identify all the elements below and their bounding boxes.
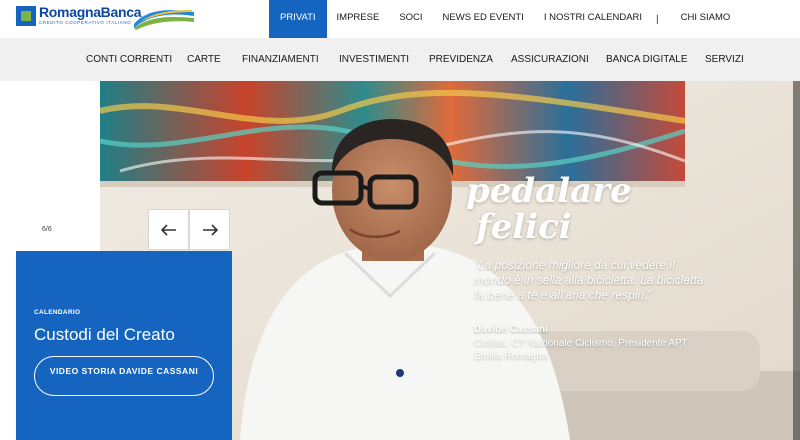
promo-card: CALENDARIO Custodi del Creato VIDEO STOR…	[16, 251, 232, 440]
sub-nav-carte[interactable]: CARTE	[187, 38, 221, 81]
top-nav-i-nostri-calendari[interactable]: I NOSTRI CALENDARI	[534, 0, 652, 38]
hero-headline: pedalare felici	[466, 173, 632, 245]
hero-quote: “La posizione migliore da cui vedere il …	[474, 258, 704, 302]
video-story-button[interactable]: VIDEO STORIA DAVIDE CASSANI	[34, 356, 214, 396]
sub-nav-finanziamenti[interactable]: FINANZIAMENTI	[242, 38, 319, 81]
brand-logo[interactable]: RomagnaBanca CREDITO COOPERATIVO ITALIAN…	[16, 4, 142, 26]
top-nav-chi-siamo[interactable]: CHI SIAMO	[671, 0, 741, 38]
arrow-left-icon	[160, 223, 176, 236]
hero-author-role: Ciclista, CT Nazionale Ciclismo, Preside…	[474, 338, 688, 362]
logo-mark-icon	[16, 6, 36, 26]
sub-nav-assicurazioni[interactable]: ASSICURAZIONI	[511, 38, 589, 81]
top-nav-imprese[interactable]: IMPRESE	[327, 0, 390, 38]
card-title: Custodi del Creato	[34, 325, 175, 344]
top-nav-soci[interactable]: SOCI	[389, 0, 432, 38]
slider-next-button[interactable]	[189, 209, 230, 250]
sub-nav-investimenti[interactable]: INVESTIMENTI	[339, 38, 409, 81]
arrow-right-icon	[202, 223, 218, 236]
hero-headline-line2: felici	[476, 207, 572, 247]
sub-nav-conti-correnti[interactable]: CONTI CORRENTI	[86, 38, 172, 81]
top-nav: PRIVATI IMPRESE SOCI NEWS ED EVENTI I NO…	[269, 0, 741, 44]
top-bar: RomagnaBanca CREDITO COOPERATIVO ITALIAN…	[0, 0, 800, 44]
top-nav-privati[interactable]: PRIVATI	[269, 0, 327, 44]
card-category: CALENDARIO	[34, 309, 81, 316]
sub-nav-banca-digitale[interactable]: BANCA DIGITALE	[606, 38, 688, 81]
top-nav-news-ed-eventi[interactable]: NEWS ED EVENTI	[433, 0, 534, 38]
hero-headline-line1: pedalare	[466, 171, 632, 211]
landscape-wave-icon	[134, 10, 194, 30]
brand-tagline: CREDITO COOPERATIVO ITALIANO	[39, 20, 132, 25]
brand-name: RomagnaBanca	[39, 4, 142, 20]
slider-prev-button[interactable]	[148, 209, 189, 250]
sub-nav: CONTI CORRENTI CARTE FINANZIAMENTI INVES…	[0, 38, 800, 81]
top-nav-separator: |	[656, 13, 659, 25]
sub-nav-previdenza[interactable]: PREVIDENZA	[429, 38, 493, 81]
slide-counter: 6/6	[42, 226, 52, 233]
sub-nav-servizi[interactable]: SERVIZI	[705, 38, 744, 81]
hero-author: Davide Cassani	[474, 324, 548, 335]
right-edge-strip	[793, 81, 800, 440]
